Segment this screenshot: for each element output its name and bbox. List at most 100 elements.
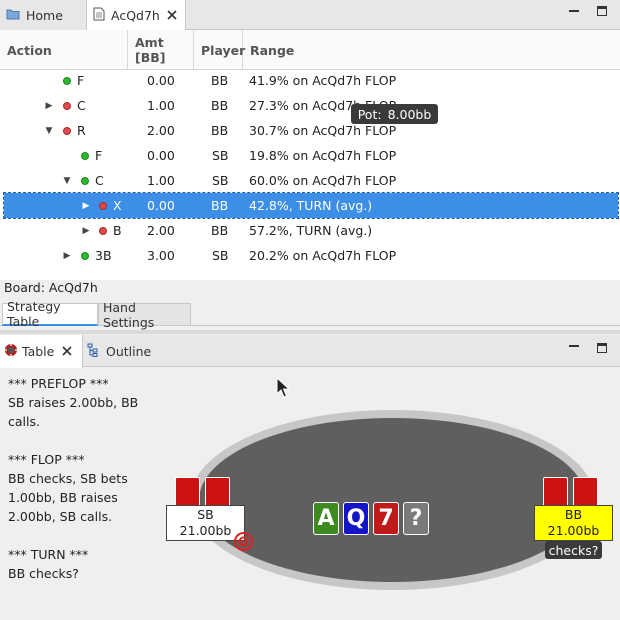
board-card: Q (343, 502, 369, 535)
history-line: BB checks, SB bets (8, 471, 128, 486)
amount-cell: 3.00 (147, 248, 175, 263)
seat-stack: 21.00bb (547, 523, 600, 538)
amount-cell: 1.00 (147, 173, 175, 188)
table-row[interactable]: F 0.00 SB 19.8% on AcQd7h FLOP (0, 143, 620, 168)
range-cell: 42.8%, TURN (avg.) (249, 198, 373, 213)
table-row[interactable]: ▶ 3B 3.00 SB 20.2% on AcQd7h FLOP (0, 243, 620, 268)
expand-arrow-icon[interactable]: ▶ (61, 243, 73, 268)
maximize-button[interactable] (595, 341, 609, 355)
history-line: *** TURN *** (8, 547, 89, 562)
board-card: A (313, 502, 339, 535)
hand-history: *** PREFLOP *** SB raises 2.00bb, BB cal… (8, 374, 158, 583)
player-cell: BB (211, 198, 229, 213)
tab-acqd7h[interactable]: AcQd7h (86, 0, 186, 31)
tab-home-label: Home (26, 7, 63, 23)
folder-icon (6, 8, 20, 23)
history-line: 2.00bb, SB calls. (8, 509, 113, 524)
pot-display: Pot: 8.00bb (351, 104, 438, 124)
tab-hand-settings[interactable]: Hand Settings (98, 300, 191, 330)
pot-label: Pot: (357, 106, 382, 122)
tab-outline-label: Outline (106, 343, 152, 359)
outline-icon (87, 343, 101, 360)
column-header-action[interactable]: Action (0, 30, 128, 70)
minimize-icon (569, 345, 579, 347)
column-header-range[interactable]: Range (243, 30, 620, 70)
hole-card (543, 477, 568, 507)
player-cell: BB (211, 123, 229, 138)
expand-arrow-icon[interactable]: ▶ (80, 218, 92, 243)
poker-table (190, 410, 595, 590)
minimize-button[interactable] (567, 4, 581, 18)
tab-home[interactable]: Home (0, 0, 86, 30)
amount-cell: 2.00 (147, 123, 175, 138)
amount-cell: 0.00 (147, 73, 175, 88)
tab-strategy-table[interactable]: Strategy Table (2, 299, 98, 329)
collapse-arrow-icon[interactable]: ▼ (61, 168, 73, 193)
dealer-button-icon (233, 531, 254, 552)
action-cell: X (113, 198, 122, 213)
column-header-player[interactable]: Player (194, 30, 245, 70)
table-felt (199, 418, 586, 582)
seat-name: BB (564, 507, 583, 522)
action-dot-green-icon (63, 77, 71, 85)
column-header-amount[interactable]: Amt [BB] (128, 30, 194, 70)
hole-card (573, 477, 598, 507)
action-cell: R (77, 123, 86, 138)
range-cell: 57.2%, TURN (avg.) (249, 223, 373, 238)
maximize-button[interactable] (595, 4, 609, 18)
poker-chip-icon (4, 343, 18, 360)
history-line (8, 526, 158, 545)
expand-arrow-icon[interactable]: ▶ (80, 193, 92, 218)
amount-cell: 1.00 (147, 98, 175, 113)
table-row[interactable]: ▼ R 2.00 BB 30.7% on AcQd7h FLOP (0, 118, 620, 143)
seat-name: SB (197, 507, 214, 522)
lower-tabbar: Table Outline (0, 335, 620, 368)
board-card: 7 (373, 502, 399, 535)
tab-outline[interactable]: Outline (83, 335, 153, 367)
hole-card (205, 477, 230, 507)
action-dot-green-icon (81, 152, 89, 160)
table-row[interactable]: F 0.00 BB 41.9% on AcQd7h FLOP (0, 68, 620, 93)
range-cell: 20.2% on AcQd7h FLOP (249, 248, 397, 263)
player-cell: BB (211, 73, 229, 88)
editor-tabbar: Home AcQd7h (0, 0, 620, 31)
expand-arrow-icon[interactable]: ▶ (43, 93, 55, 118)
history-line: *** PREFLOP *** (8, 376, 109, 391)
history-line: *** FLOP *** (8, 452, 85, 467)
action-cell: C (77, 98, 86, 113)
minimize-icon (569, 10, 579, 12)
action-dot-red-icon (63, 127, 71, 135)
table-header: Action Amt [BB] Player Range (0, 30, 620, 70)
table-row[interactable]: ▶ B 2.00 BB 57.2%, TURN (avg.) (0, 218, 620, 243)
history-line: calls. (8, 414, 40, 429)
table-row[interactable]: ▼ C 1.00 SB 60.0% on AcQd7h FLOP (0, 168, 620, 193)
action-cell: C (95, 173, 104, 188)
collapse-arrow-icon[interactable]: ▼ (43, 118, 55, 143)
player-cell: SB (212, 173, 229, 188)
action-dot-green-icon (81, 177, 89, 185)
table-row[interactable]: ▶ C 1.00 BB 27.3% on AcQd7h FLOP (0, 93, 620, 118)
close-icon[interactable] (167, 8, 177, 23)
action-cell: F (95, 148, 103, 163)
player-cell: BB (211, 223, 229, 238)
close-icon[interactable] (62, 344, 72, 359)
amount-cell: 0.00 (147, 198, 175, 213)
pane-divider[interactable] (0, 330, 620, 334)
mouse-cursor-icon (276, 376, 291, 399)
table-row-selected[interactable]: ▶ X 0.00 BB 42.8%, TURN (avg.) (3, 192, 619, 219)
action-dot-red-icon (99, 227, 107, 235)
player-cell: BB (211, 98, 229, 113)
document-icon (93, 7, 105, 24)
tab-acqd7h-label: AcQd7h (111, 8, 160, 23)
action-dot-red-icon (63, 102, 71, 110)
tab-table[interactable]: Table (0, 335, 83, 368)
action-cell: 3B (95, 248, 112, 263)
history-line: BB checks? (8, 566, 79, 581)
maximize-icon (597, 343, 607, 353)
pot-value: 8.00bb (387, 106, 432, 122)
seat-bb[interactable]: BB 21.00bb (534, 505, 613, 541)
amount-cell: 0.00 (147, 148, 175, 163)
minimize-button[interactable] (567, 339, 581, 353)
seat-stack: 21.00bb (179, 523, 232, 538)
amount-cell: 2.00 (147, 223, 175, 238)
